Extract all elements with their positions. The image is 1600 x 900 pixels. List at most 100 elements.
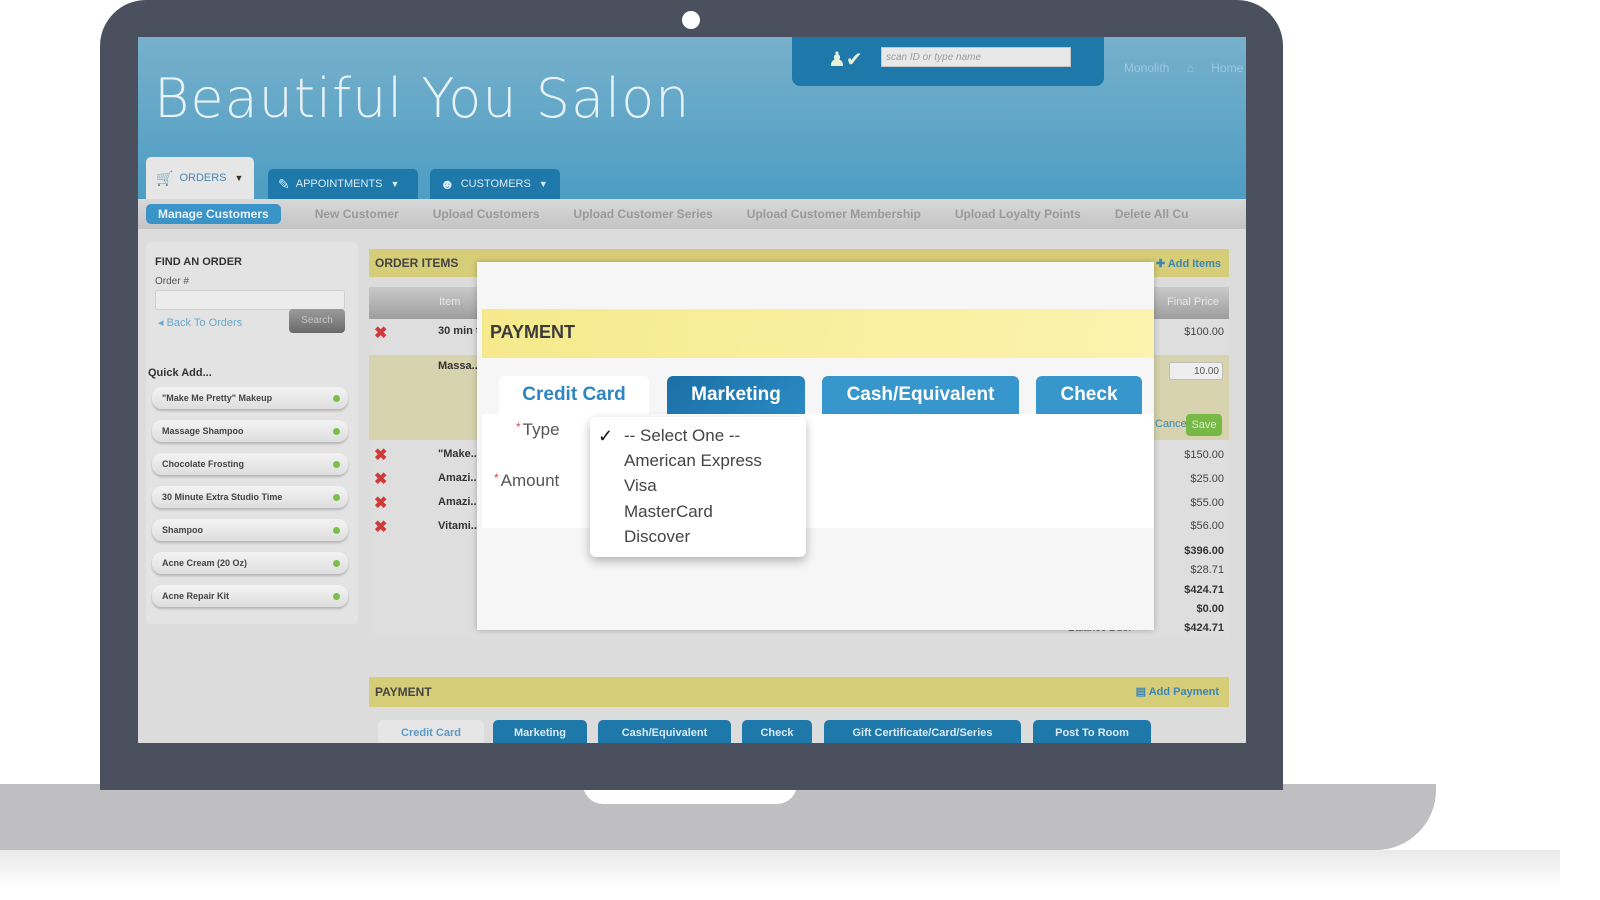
- add-items-label: Add Items: [1167, 258, 1221, 270]
- chevron-down-icon: ▼: [234, 173, 244, 183]
- plus-icon: [333, 593, 340, 600]
- plus-icon: [333, 527, 340, 534]
- payment-tab-gift-certificate[interactable]: Gift Certificate/Card/Series: [824, 720, 1021, 743]
- quick-add-item[interactable]: Chocolate Frosting: [152, 453, 348, 475]
- subtotal-value: $396.00: [1184, 545, 1224, 557]
- subnav-upload-customer-membership[interactable]: Upload Customer Membership: [747, 207, 921, 221]
- quick-add-label: 30 Minute Extra Studio Time: [162, 492, 283, 502]
- dropdown-option[interactable]: MasterCard: [624, 502, 713, 522]
- total-value: $424.71: [1184, 584, 1224, 596]
- dropdown-option[interactable]: Discover: [624, 527, 690, 547]
- quick-add-item[interactable]: Massage Shampoo: [152, 420, 348, 442]
- app-title: Beautiful You Salon: [154, 67, 691, 130]
- payment-tab-marketing[interactable]: Marketing: [493, 720, 587, 743]
- quick-add-label: Chocolate Frosting: [162, 459, 245, 469]
- plus-icon: [333, 560, 340, 567]
- subnav-upload-customers[interactable]: Upload Customers: [433, 207, 540, 221]
- sub-nav: Manage Customers New Customer Upload Cus…: [138, 199, 1246, 229]
- plus-icon: [333, 494, 340, 501]
- order-row-price: $100.00: [1184, 326, 1224, 338]
- modal-tab-cash[interactable]: Cash/Equivalent: [822, 376, 1019, 414]
- modal-form: * Type * Amount: [482, 414, 1154, 528]
- check-icon: ✓: [598, 426, 614, 446]
- tab-orders[interactable]: 🛒 Orders ▼: [146, 157, 254, 199]
- payment-tab-post-to-room[interactable]: Post To Room: [1033, 720, 1151, 743]
- user-check-icon: ♟✔: [828, 49, 863, 71]
- col-final-price: Final Price: [1167, 296, 1219, 308]
- tab-customers[interactable]: ☻ Customers ▼: [430, 169, 560, 199]
- find-order-title: FIND AN ORDER: [155, 256, 242, 268]
- delete-icon[interactable]: ✖: [374, 469, 387, 489]
- quick-add-item[interactable]: Shampoo: [152, 519, 348, 541]
- quick-add-item[interactable]: Acne Cream (20 Oz): [152, 552, 348, 574]
- order-row-name: Massa...: [438, 360, 481, 372]
- quick-add-item[interactable]: 30 Minute Extra Studio Time: [152, 486, 348, 508]
- payment-tab-cash[interactable]: Cash/Equivalent: [598, 720, 731, 743]
- left-panel: FIND AN ORDER Order # ◂ Back To Orders S…: [146, 242, 358, 624]
- amount-input[interactable]: 10.00: [1169, 362, 1223, 380]
- plus-icon: [333, 395, 340, 402]
- back-to-orders-link[interactable]: ◂ Back To Orders: [158, 316, 242, 329]
- tax-value: $28.71: [1190, 564, 1224, 576]
- required-marker: *: [494, 471, 499, 485]
- order-row-price: $25.00: [1190, 473, 1224, 485]
- type-label-text: Type: [522, 420, 560, 439]
- quick-add-item[interactable]: Acne Repair Kit: [152, 585, 348, 607]
- quick-add-label: Acne Cream (20 Oz): [162, 558, 248, 568]
- dropdown-option[interactable]: Visa: [624, 476, 657, 496]
- top-link-user[interactable]: Monolith: [1124, 61, 1169, 75]
- delete-icon[interactable]: ✖: [374, 323, 387, 343]
- delete-icon[interactable]: ✖: [374, 445, 387, 465]
- plus-icon: [333, 428, 340, 435]
- dropdown-option[interactable]: American Express: [624, 451, 762, 471]
- order-number-input[interactable]: [155, 290, 345, 310]
- modal-tab-marketing[interactable]: Marketing: [667, 376, 805, 414]
- cart-icon: 🛒: [156, 169, 174, 186]
- top-link-home[interactable]: Home: [1211, 61, 1243, 75]
- dropdown-option[interactable]: -- Select One --: [624, 426, 740, 446]
- quick-add-label: Acne Repair Kit: [162, 591, 230, 601]
- plus-icon: [333, 461, 340, 468]
- order-row-name: Amazi...: [438, 472, 480, 484]
- subnav-delete-all[interactable]: Delete All Cu: [1115, 207, 1189, 221]
- required-marker: *: [516, 420, 521, 434]
- payment-section-title: PAYMENT: [375, 685, 432, 699]
- camera-dot: [682, 11, 700, 29]
- modal-tab-credit-card[interactable]: Credit Card: [499, 376, 649, 414]
- payment-tab-check[interactable]: Check: [742, 720, 812, 743]
- save-button[interactable]: Save: [1186, 414, 1222, 436]
- modal-title: PAYMENT: [490, 322, 576, 342]
- tab-appointments-label: Appointments: [295, 178, 383, 190]
- amount-label-text: Amount: [500, 471, 560, 490]
- tab-orders-label: Orders: [179, 172, 227, 184]
- quick-add-item[interactable]: "Make Me Pretty" Makeup: [152, 387, 348, 409]
- delete-icon[interactable]: ✖: [374, 493, 387, 513]
- chevron-down-icon: ▼: [390, 179, 400, 189]
- cancel-link[interactable]: Cancel: [1155, 418, 1189, 430]
- payment-tab-credit-card[interactable]: Credit Card: [378, 720, 484, 743]
- subnav-manage-customers[interactable]: Manage Customers: [146, 204, 281, 224]
- top-links: Monolith ⌂ Home: [1124, 61, 1246, 75]
- subnav-upload-loyalty-points[interactable]: Upload Loyalty Points: [955, 207, 1081, 221]
- search-button[interactable]: Search: [289, 309, 345, 333]
- add-payment-link[interactable]: ▤ Add Payment: [1136, 685, 1219, 698]
- scan-input[interactable]: scan ID or type name: [881, 47, 1071, 67]
- delete-icon[interactable]: ✖: [374, 517, 387, 537]
- card-type-dropdown[interactable]: ✓ -- Select One -- American Express Visa…: [590, 417, 806, 557]
- order-row-name: "Make...: [438, 448, 480, 460]
- order-items-title: ORDER ITEMS: [375, 256, 459, 270]
- subnav-new-customer[interactable]: New Customer: [315, 207, 399, 221]
- chevron-down-icon: ▼: [538, 179, 548, 189]
- add-icon: ✚: [1155, 258, 1166, 270]
- order-row-price: $56.00: [1190, 520, 1224, 532]
- tab-appointments[interactable]: ✎ Appointments ▼: [268, 169, 418, 199]
- order-row-name: Vitami...: [438, 520, 480, 532]
- modal-tab-check[interactable]: Check: [1036, 376, 1142, 414]
- subnav-upload-customer-series[interactable]: Upload Customer Series: [573, 207, 712, 221]
- home-icon[interactable]: ⌂: [1187, 61, 1194, 75]
- laptop-shadow: [0, 850, 1560, 890]
- order-row-price: $150.00: [1184, 449, 1224, 461]
- quick-add-label: Massage Shampoo: [162, 426, 244, 436]
- pencil-icon: ✎: [278, 175, 290, 192]
- add-items-link[interactable]: ✚ Add Items: [1156, 257, 1221, 270]
